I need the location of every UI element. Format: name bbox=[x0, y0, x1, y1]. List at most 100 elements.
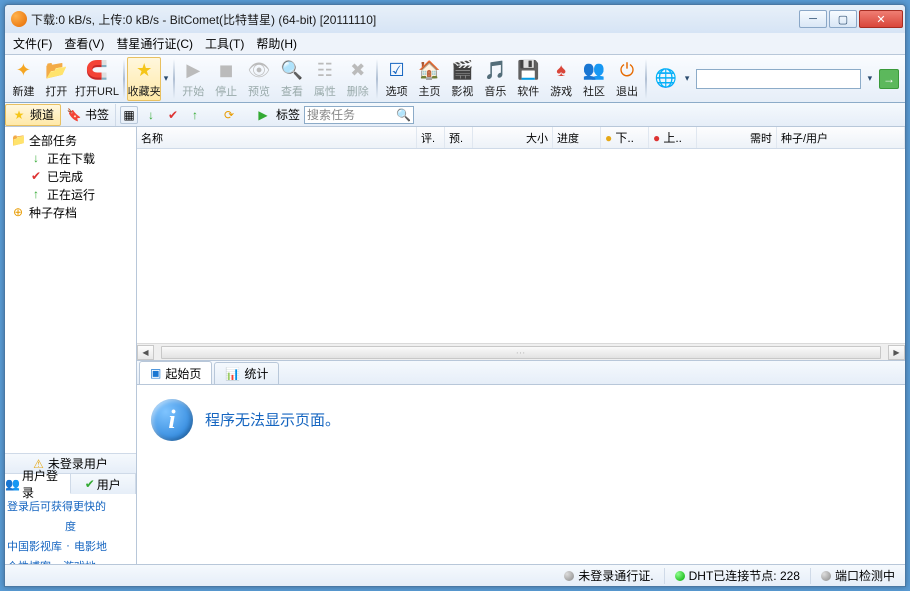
properties-button[interactable]: ☷属性 bbox=[308, 57, 341, 101]
col-comment[interactable]: 评. bbox=[417, 127, 445, 148]
game-button[interactable]: ♠游戏 bbox=[545, 57, 578, 101]
check-red-icon[interactable]: ✔ bbox=[164, 106, 182, 124]
address-dropdown[interactable]: ▾ bbox=[865, 57, 875, 101]
menu-view[interactable]: 查看(V) bbox=[58, 33, 110, 54]
sidebar: 📁全部任务 ↓正在下载 ✔已完成 ↑正在运行 ⊕种子存档 ⚠未登录用户 👥用户登… bbox=[5, 127, 137, 564]
open-icon: 📂 bbox=[44, 59, 68, 83]
titlebar[interactable]: 下载:0 kB/s, 上传:0 kB/s - BitComet(比特彗星) (6… bbox=[5, 5, 905, 33]
music-button[interactable]: 🎵音乐 bbox=[479, 57, 512, 101]
up-arrow-icon[interactable]: ↑ bbox=[186, 106, 204, 124]
scroll-left-button[interactable]: ◀ bbox=[137, 345, 154, 360]
toolbar-separator bbox=[173, 59, 175, 99]
tab-bookmark[interactable]: 🔖书签 bbox=[61, 104, 116, 126]
statusbar: 未登录通行证. DHT已连接节点: 228 端口检测中 bbox=[5, 564, 905, 586]
col-preview[interactable]: 预. bbox=[445, 127, 473, 148]
col-down[interactable]: ● 下.. bbox=[601, 127, 649, 148]
game-icon: ♠ bbox=[549, 59, 573, 83]
search-tasks-input[interactable]: 搜索任务🔍 bbox=[304, 106, 414, 124]
up-red-icon: ● bbox=[653, 131, 660, 145]
minimize-button[interactable]: ─ bbox=[799, 10, 827, 28]
go-button[interactable]: → bbox=[879, 69, 899, 89]
bookmark-icon: 🔖 bbox=[67, 108, 81, 122]
col-size[interactable]: 大小 bbox=[473, 127, 553, 148]
horizontal-scrollbar[interactable]: ◀ ∙∙∙ ▶ bbox=[137, 343, 905, 360]
tree-torrents[interactable]: ⊕种子存档 bbox=[7, 203, 134, 221]
close-button[interactable]: ✕ bbox=[859, 10, 903, 28]
col-time[interactable]: 需时 bbox=[697, 127, 777, 148]
task-list[interactable] bbox=[137, 149, 905, 343]
home-button[interactable]: 🏠主页 bbox=[413, 57, 446, 101]
filter-toggle-button[interactable]: ▦ bbox=[120, 106, 138, 124]
menu-help[interactable]: 帮助(H) bbox=[250, 33, 303, 54]
software-icon: 💾 bbox=[516, 59, 540, 83]
tree-done[interactable]: ✔已完成 bbox=[7, 167, 134, 185]
tree-all-tasks[interactable]: 📁全部任务 bbox=[7, 131, 134, 149]
link-cnmovie[interactable]: 中国影视库 bbox=[7, 538, 62, 554]
down-arrow-icon[interactable]: ↓ bbox=[142, 106, 160, 124]
status-dht[interactable]: DHT已连接节点: 228 bbox=[671, 567, 804, 584]
start-button[interactable]: ▶开始 bbox=[177, 57, 210, 101]
filterbar: ★频道 🔖书签 ▦ ↓ ✔ ↑ ⟳ ▶ 标签 搜索任务🔍 bbox=[5, 103, 905, 127]
menu-file[interactable]: 文件(F) bbox=[7, 33, 58, 54]
globe-button[interactable]: 🌐 bbox=[649, 57, 682, 101]
tag-play-icon[interactable]: ▶ bbox=[254, 106, 272, 124]
status-port[interactable]: 端口检测中 bbox=[817, 567, 899, 584]
maximize-button[interactable]: ▢ bbox=[829, 10, 857, 28]
col-progress[interactable]: 进度 bbox=[553, 127, 601, 148]
scroll-right-button[interactable]: ▶ bbox=[888, 345, 905, 360]
scroll-track[interactable]: ∙∙∙ bbox=[154, 345, 888, 360]
down-arrow-icon: ↓ bbox=[29, 151, 43, 165]
community-button[interactable]: 👥社区 bbox=[578, 57, 611, 101]
status-passport[interactable]: 未登录通行证. bbox=[560, 567, 657, 584]
link-faster2[interactable]: 度 bbox=[65, 518, 76, 534]
globe-icon: 🌐 bbox=[654, 67, 678, 91]
dot-gray-icon bbox=[821, 571, 831, 581]
stop-button[interactable]: ◼停止 bbox=[210, 57, 243, 101]
menubar: 文件(F) 查看(V) 彗星通行证(C) 工具(T) 帮助(H) bbox=[5, 33, 905, 55]
link-faster[interactable]: 登录后可获得更快的 bbox=[7, 498, 106, 514]
options-icon: ☑ bbox=[385, 59, 409, 83]
delete-button[interactable]: ✖删除 bbox=[341, 57, 374, 101]
app-icon bbox=[11, 11, 27, 27]
star-icon: ★ bbox=[12, 108, 26, 122]
new-button[interactable]: ✦新建 bbox=[7, 57, 40, 101]
menu-passport[interactable]: 彗星通行证(C) bbox=[110, 33, 199, 54]
tree-running[interactable]: ↑正在运行 bbox=[7, 185, 134, 203]
toolbar-separator bbox=[376, 59, 378, 99]
main-area: 名称 评. 预. 大小 进度 ● 下.. ● 上.. 需时 种子/用户 ◀ ∙∙… bbox=[137, 127, 905, 564]
open-button[interactable]: 📂打开 bbox=[40, 57, 73, 101]
options-button[interactable]: ☑选项 bbox=[380, 57, 413, 101]
play-icon: ▶ bbox=[181, 59, 205, 83]
tab-startpage[interactable]: ▣起始页 bbox=[139, 361, 212, 384]
scroll-thumb[interactable]: ∙∙∙ bbox=[161, 346, 880, 359]
task-tree: 📁全部任务 ↓正在下载 ✔已完成 ↑正在运行 ⊕种子存档 bbox=[5, 127, 136, 453]
tab-channel[interactable]: ★频道 bbox=[5, 104, 61, 126]
open-url-button[interactable]: 🧲打开URL bbox=[73, 57, 121, 101]
tab-stats[interactable]: 📊统计 bbox=[214, 362, 279, 384]
tag-label: 标签 bbox=[276, 106, 300, 123]
tab-user-login[interactable]: 👥用户登录 bbox=[5, 474, 71, 494]
login-panel: ⚠未登录用户 👥用户登录 ✔用户 登录后可获得更快的 度 中国影视库·电影地 个… bbox=[5, 453, 136, 564]
tab-user[interactable]: ✔用户 bbox=[71, 474, 137, 494]
preview-button[interactable]: 👁预览 bbox=[243, 57, 276, 101]
col-peers[interactable]: 种子/用户 bbox=[777, 127, 905, 148]
refresh-icon[interactable]: ⟳ bbox=[220, 106, 238, 124]
favorites-button[interactable]: ★收藏夹 bbox=[127, 57, 161, 101]
bottom-panel: i 程序无法显示页面。 bbox=[137, 384, 905, 564]
down-yellow-icon: ● bbox=[605, 131, 612, 145]
chart-icon: 📊 bbox=[225, 367, 240, 381]
col-up[interactable]: ● 上.. bbox=[649, 127, 697, 148]
link-moviemap[interactable]: 电影地 bbox=[74, 538, 107, 554]
globe-dropdown[interactable]: ▾ bbox=[682, 57, 692, 101]
preview-icon: 👁 bbox=[247, 59, 271, 83]
tree-downloading[interactable]: ↓正在下载 bbox=[7, 149, 134, 167]
software-button[interactable]: 💾软件 bbox=[512, 57, 545, 101]
view-button[interactable]: 🔍查看 bbox=[276, 57, 309, 101]
menu-tools[interactable]: 工具(T) bbox=[199, 33, 250, 54]
exit-button[interactable]: ⏻退出 bbox=[611, 57, 644, 101]
address-input[interactable] bbox=[696, 69, 861, 89]
col-name[interactable]: 名称 bbox=[137, 127, 417, 148]
favorites-dropdown[interactable]: ▾ bbox=[161, 57, 171, 101]
video-button[interactable]: 🎬影视 bbox=[446, 57, 479, 101]
magnet-icon: 🧲 bbox=[85, 59, 109, 83]
